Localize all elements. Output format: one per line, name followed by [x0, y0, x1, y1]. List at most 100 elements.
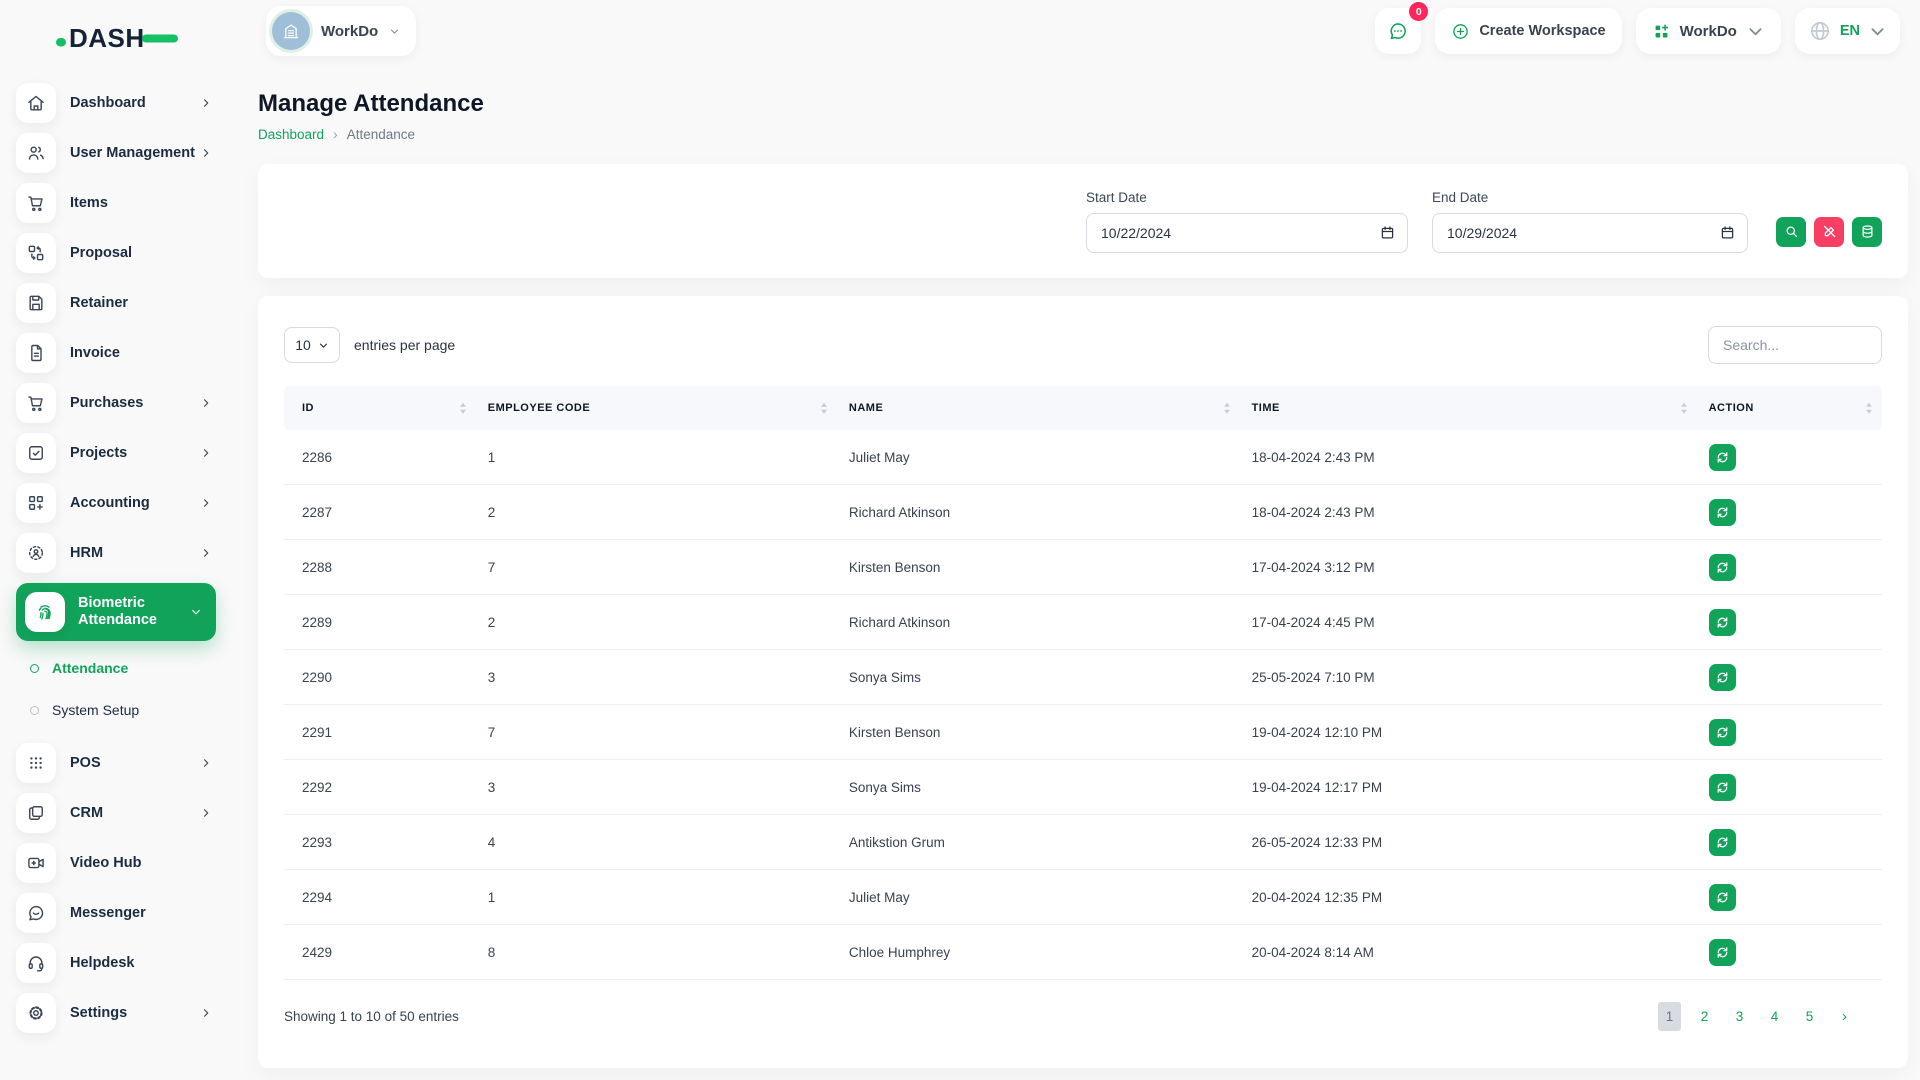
table-row: 2292 3 Sonya Sims 19-04-2024 12:17 PM	[284, 760, 1882, 815]
sort-icon	[460, 403, 466, 414]
sidebar-item-retainer[interactable]: Retainer	[16, 283, 216, 323]
sidebar-item-dashboard[interactable]: Dashboard	[16, 83, 216, 123]
person-circle-icon	[16, 533, 56, 573]
bulk-attendance-button[interactable]	[1852, 217, 1882, 247]
sidebar-nav: Dashboard User Management Items Proposal…	[0, 57, 232, 1033]
bullet-icon	[30, 664, 39, 673]
table-row: 2291 7 Kirsten Benson 19-04-2024 12:10 P…	[284, 705, 1882, 760]
workspace-pill[interactable]: WorkDo	[266, 6, 416, 56]
table-row: 2429 8 Chloe Humphrey 20-04-2024 8:14 AM	[284, 925, 1882, 980]
chevron-right-icon	[200, 97, 212, 109]
sidebar-subitem-system-setup[interactable]: System Setup	[30, 693, 216, 727]
search-filter-button[interactable]	[1776, 217, 1806, 247]
gear-icon	[16, 993, 56, 1033]
cell-id: 2293	[284, 815, 476, 870]
table-row: 2294 1 Juliet May 20-04-2024 12:35 PM	[284, 870, 1882, 925]
dash-logo[interactable]: DASH	[0, 0, 232, 57]
sidebar-item-pos[interactable]: POS	[16, 743, 216, 783]
sidebar-item-projects[interactable]: Projects	[16, 433, 216, 473]
start-date-input[interactable]	[1086, 213, 1408, 253]
sidebar-item-user-management[interactable]: User Management	[16, 133, 216, 173]
breadcrumb-separator: ›	[333, 126, 338, 142]
sync-row-button[interactable]	[1709, 939, 1736, 966]
page-button-5[interactable]: 5	[1798, 1002, 1821, 1031]
start-date-group: Start Date	[1086, 190, 1408, 253]
column-header-employee-code[interactable]: EMPLOYEE CODE	[476, 386, 837, 430]
language-selector[interactable]: EN	[1795, 8, 1900, 54]
page-button-2[interactable]: 2	[1693, 1002, 1716, 1031]
column-header-id[interactable]: ID	[284, 386, 476, 430]
sync-row-button[interactable]	[1709, 554, 1736, 581]
table-row: 2288 7 Kirsten Benson 17-04-2024 3:12 PM	[284, 540, 1882, 595]
cell-time: 25-05-2024 7:10 PM	[1240, 650, 1697, 705]
sync-row-button[interactable]	[1709, 499, 1736, 526]
sync-row-button[interactable]	[1709, 609, 1736, 636]
page-button-1[interactable]: 1	[1658, 1002, 1681, 1031]
grid-plus-icon	[1652, 22, 1671, 41]
sync-row-button[interactable]	[1709, 774, 1736, 801]
end-date-input[interactable]	[1432, 213, 1748, 253]
page-button-3[interactable]: 3	[1728, 1002, 1751, 1031]
sidebar-item-accounting[interactable]: Accounting	[16, 483, 216, 523]
chat-dots-icon	[1387, 20, 1409, 42]
column-header-action[interactable]: ACTION	[1697, 386, 1882, 430]
sidebar-subitem-label: Attendance	[52, 660, 128, 676]
chevron-down-icon	[1746, 22, 1765, 41]
calendar-icon[interactable]	[1719, 224, 1736, 241]
users-icon	[16, 133, 56, 173]
sidebar-item-proposal[interactable]: Proposal	[16, 233, 216, 273]
page-size-select[interactable]: 10	[284, 327, 340, 363]
sidebar-item-invoice[interactable]: Invoice	[16, 333, 216, 373]
table-search-input[interactable]	[1708, 326, 1882, 364]
sidebar-item-label: Dashboard	[70, 95, 146, 111]
sidebar-item-helpdesk[interactable]: Helpdesk	[16, 943, 216, 983]
end-date-label: End Date	[1432, 190, 1748, 205]
cell-time: 17-04-2024 3:12 PM	[1240, 540, 1697, 595]
sort-icon	[821, 403, 827, 414]
sidebar-item-label: Purchases	[70, 395, 143, 411]
fingerprint-icon	[25, 592, 65, 632]
cell-employee-code: 7	[476, 705, 837, 760]
cart-icon	[16, 383, 56, 423]
sidebar-item-settings[interactable]: Settings	[16, 993, 216, 1033]
sidebar-item-messenger[interactable]: Messenger	[16, 893, 216, 933]
sidebar-item-purchases[interactable]: Purchases	[16, 383, 216, 423]
sidebar-item-video-hub[interactable]: Video Hub	[16, 843, 216, 883]
sync-row-button[interactable]	[1709, 829, 1736, 856]
breadcrumb: Dashboard › Attendance	[258, 126, 1908, 142]
column-header-name[interactable]: NAME	[837, 386, 1240, 430]
sidebar-subitem-attendance[interactable]: Attendance	[30, 651, 216, 685]
showing-entries-text: Showing 1 to 10 of 50 entries	[284, 1009, 459, 1024]
breadcrumb-dashboard-link[interactable]: Dashboard	[258, 127, 324, 142]
table-row: 2289 2 Richard Atkinson 17-04-2024 4:45 …	[284, 595, 1882, 650]
sort-icon	[1224, 403, 1230, 414]
sync-row-button[interactable]	[1709, 719, 1736, 746]
chevron-right-icon	[200, 147, 212, 159]
cell-name: Richard Atkinson	[837, 595, 1240, 650]
create-workspace-button[interactable]: Create Workspace	[1435, 8, 1621, 54]
cell-id: 2291	[284, 705, 476, 760]
sidebar-item-crm[interactable]: CRM	[16, 793, 216, 833]
reset-filter-button[interactable]	[1814, 217, 1844, 247]
sidebar-item-items[interactable]: Items	[16, 183, 216, 223]
cell-time: 19-04-2024 12:10 PM	[1240, 705, 1697, 760]
chevron-right-icon	[200, 497, 212, 509]
workspace-switcher[interactable]: WorkDo	[1636, 8, 1781, 54]
chevron-right-icon	[200, 757, 212, 769]
cell-employee-code: 2	[476, 595, 837, 650]
cell-time: 26-05-2024 12:33 PM	[1240, 815, 1697, 870]
sidebar-item-label: Retainer	[70, 295, 128, 311]
workspace-switcher-label: WorkDo	[1680, 23, 1737, 40]
next-page-button[interactable]: ›	[1833, 1002, 1856, 1031]
sidebar-item-biometric-attendance[interactable]: Biometric Attendance	[16, 583, 216, 641]
chevron-down-icon	[1868, 22, 1887, 41]
cell-name: Antikstion Grum	[837, 815, 1240, 870]
sync-row-button[interactable]	[1709, 664, 1736, 691]
sync-row-button[interactable]	[1709, 444, 1736, 471]
sidebar-item-hrm[interactable]: HRM	[16, 533, 216, 573]
column-header-time[interactable]: TIME	[1240, 386, 1697, 430]
messages-button[interactable]: 0	[1375, 8, 1421, 54]
calendar-icon[interactable]	[1379, 224, 1396, 241]
sync-row-button[interactable]	[1709, 884, 1736, 911]
page-button-4[interactable]: 4	[1763, 1002, 1786, 1031]
